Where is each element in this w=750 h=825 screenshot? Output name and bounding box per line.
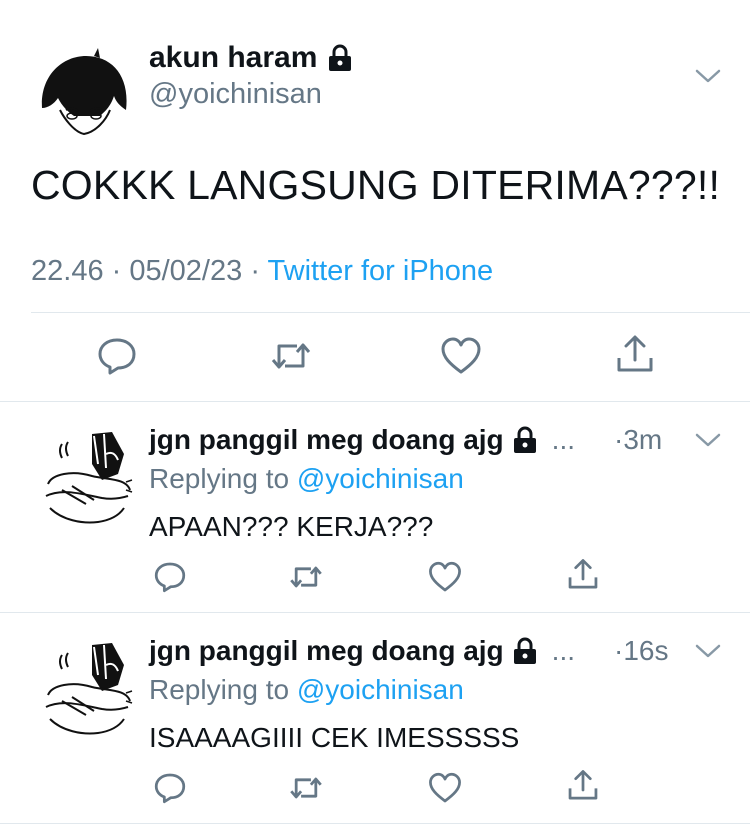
lock-icon xyxy=(513,637,536,664)
retweet-button[interactable] xyxy=(288,771,324,805)
author-name[interactable]: jgn panggil meg doang ajg xyxy=(149,424,504,456)
like-button[interactable] xyxy=(428,771,462,805)
chevron-down-icon[interactable] xyxy=(694,641,722,661)
author-name[interactable]: jgn panggil meg doang ajg xyxy=(149,635,504,667)
reply-button[interactable] xyxy=(96,336,138,376)
chevron-down-icon[interactable] xyxy=(694,66,722,86)
like-icon xyxy=(429,772,461,803)
tweet-source-link[interactable]: Twitter for iPhone xyxy=(268,255,494,287)
like-icon xyxy=(429,561,461,592)
name-truncation: ... xyxy=(551,424,576,455)
divider xyxy=(31,312,750,313)
retweet-icon xyxy=(271,343,311,369)
share-icon xyxy=(568,559,598,589)
replying-prefix: Replying to xyxy=(149,463,290,494)
meta-separator: · xyxy=(250,255,268,287)
author-name-row[interactable]: jgn panggil meg doang ajg ... xyxy=(149,424,575,456)
avatar-image xyxy=(45,432,133,524)
meta-separator: · xyxy=(111,255,130,287)
tweet-text: ISAAAAGIIII CEK IMESSSSS xyxy=(149,722,520,753)
retweet-icon xyxy=(290,777,322,799)
tweet-relative-time[interactable]: 3m xyxy=(623,424,662,455)
retweet-icon xyxy=(290,566,322,588)
name-truncation: ... xyxy=(551,635,576,666)
avatar-image xyxy=(45,643,133,735)
meta-separator: · xyxy=(614,635,624,666)
tweet-meta: 22.46 · 05/02/23 · Twitter for iPhone xyxy=(31,255,493,288)
retweet-button[interactable] xyxy=(269,336,313,376)
reply-icon xyxy=(98,338,136,375)
share-icon xyxy=(617,335,653,372)
author-avatar[interactable] xyxy=(42,424,134,529)
tweet-relative-time[interactable]: 16s xyxy=(623,635,668,666)
share-button[interactable] xyxy=(566,557,600,593)
tweet-time: 22.46 xyxy=(31,255,104,287)
retweet-button[interactable] xyxy=(288,560,324,594)
author-name[interactable]: akun haram xyxy=(149,41,317,75)
share-button[interactable] xyxy=(614,334,656,376)
like-button[interactable] xyxy=(428,560,462,594)
replying-to: Replying to @yoichinisan xyxy=(149,674,464,706)
mention-link[interactable]: @yoichinisan xyxy=(297,674,464,705)
tweet-time[interactable]: ·16s xyxy=(614,635,668,667)
reply-button[interactable] xyxy=(153,771,187,805)
avatar-image xyxy=(35,47,133,145)
reply-button[interactable] xyxy=(153,560,187,594)
main-tweet: akun haram @yoichinisan COKKK LANGSUNG D… xyxy=(0,0,750,402)
like-button[interactable] xyxy=(440,336,482,376)
divider xyxy=(0,823,750,824)
tweet-text: APAAN??? KERJA??? xyxy=(149,511,434,542)
chevron-down-icon[interactable] xyxy=(694,430,722,450)
share-icon xyxy=(568,770,598,800)
author-avatar[interactable] xyxy=(34,46,134,146)
author-avatar[interactable] xyxy=(42,635,134,740)
author-name-row[interactable]: jgn panggil meg doang ajg ... xyxy=(149,635,575,667)
tweet-text: COKKK LANGSUNG DITERIMA???!! xyxy=(31,162,721,208)
replying-prefix: Replying to xyxy=(149,674,290,705)
tweet-date: 05/02/23 xyxy=(129,255,243,287)
replying-to: Replying to @yoichinisan xyxy=(149,463,464,495)
author-handle[interactable]: @yoichinisan xyxy=(149,78,322,111)
like-icon xyxy=(441,337,481,374)
lock-icon xyxy=(513,426,536,453)
reply-icon xyxy=(154,562,186,593)
reply-icon xyxy=(154,773,186,804)
meta-separator: · xyxy=(614,424,624,455)
reply-tweet: jgn panggil meg doang ajg ... ·16s Reply… xyxy=(0,613,750,825)
lock-icon xyxy=(329,44,352,71)
tweet-time[interactable]: ·3m xyxy=(614,424,662,456)
share-button[interactable] xyxy=(566,768,600,804)
mention-link[interactable]: @yoichinisan xyxy=(297,463,464,494)
author-name-row[interactable]: akun haram xyxy=(149,41,353,75)
reply-tweet: jgn panggil meg doang ajg ... ·3m Replyi… xyxy=(0,402,750,614)
